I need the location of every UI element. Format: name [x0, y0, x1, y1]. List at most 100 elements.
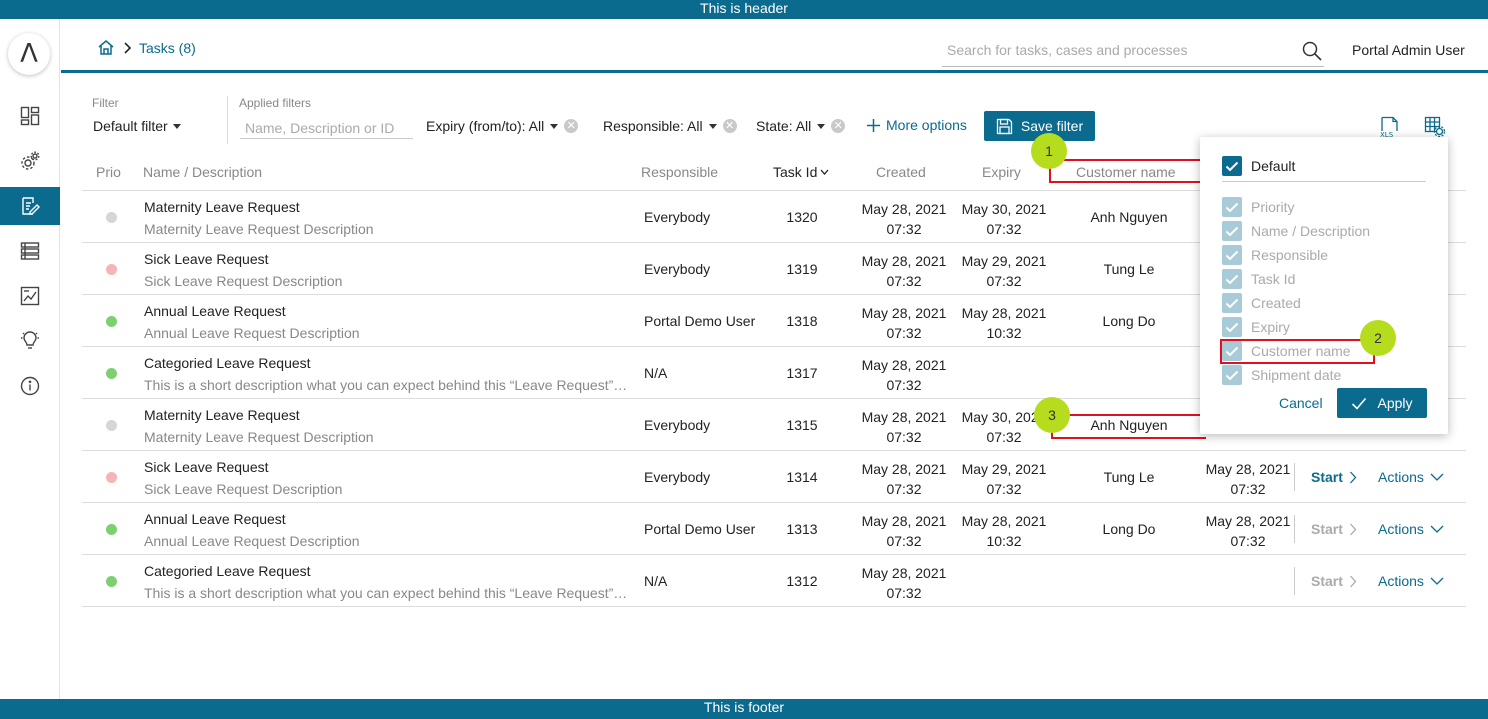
task-name[interactable]: Categoried Leave Request [144, 355, 311, 371]
actions-label: Actions [1378, 573, 1424, 589]
chevron-right-icon [1349, 575, 1357, 587]
task-responsible: Portal Demo User [644, 521, 756, 537]
task-description: Sick Leave Request Description [144, 481, 343, 497]
more-options-link[interactable]: More options [866, 117, 967, 133]
sidebar-item-cases[interactable] [0, 232, 60, 270]
task-description: This is a short description what you can… [144, 377, 628, 393]
task-description: Maternity Leave Request Description [144, 221, 374, 237]
remove-chip-icon[interactable]: ✕ [831, 119, 846, 133]
sidebar-item-statistics[interactable] [0, 277, 60, 315]
global-search [942, 35, 1324, 67]
filter-chip-responsible[interactable]: Responsible: All ✕ [603, 118, 737, 134]
column-settings-icon[interactable] [1424, 116, 1446, 138]
shipment-time: 07:32 [1230, 481, 1266, 497]
task-created: May 28, 2021 07:32 [856, 563, 952, 603]
task-name[interactable]: Maternity Leave Request [144, 407, 300, 423]
chip-label: Expiry (from/to): All [426, 118, 545, 134]
start-task-button[interactable]: Start [1294, 567, 1357, 595]
home-icon[interactable] [97, 39, 115, 56]
customer-name: Long Do [1102, 313, 1156, 329]
priority-dot [106, 576, 117, 587]
task-responsible: Everybody [644, 469, 711, 485]
actions-label: Actions [1378, 521, 1424, 537]
sidebar-item-ideas[interactable] [0, 322, 60, 360]
column-option[interactable]: Priority [1222, 197, 1295, 217]
start-label: Start [1311, 573, 1343, 589]
table-row[interactable]: Categoried Leave Request This is a short … [82, 555, 1466, 607]
task-name[interactable]: Annual Leave Request [144, 511, 286, 527]
task-name[interactable]: Categoried Leave Request [144, 563, 311, 579]
default-columns-checkbox[interactable]: Default [1222, 156, 1295, 176]
col-prio[interactable]: Prio [96, 164, 121, 180]
filter-dropdown[interactable]: Default filter [93, 118, 181, 134]
expiry-time: 07:32 [986, 221, 1022, 237]
search-input[interactable] [947, 42, 1287, 58]
caret-down-icon [172, 123, 181, 129]
task-name[interactable]: Annual Leave Request [144, 303, 286, 319]
start-task-button[interactable]: Start [1294, 463, 1357, 491]
apply-button[interactable]: Apply [1337, 388, 1427, 418]
column-option[interactable]: Name / Description [1222, 221, 1370, 241]
column-option-label: Priority [1251, 199, 1295, 215]
col-task-id-label: Task Id [773, 164, 818, 180]
col-responsible[interactable]: Responsible [641, 164, 718, 180]
task-id: 1320 [786, 209, 818, 225]
column-option[interactable]: Expiry [1222, 317, 1290, 337]
excel-export-icon[interactable]: XLS [1379, 116, 1401, 138]
search-icon[interactable] [1302, 41, 1322, 61]
keyword-filter-input[interactable] [240, 117, 413, 139]
task-name[interactable]: Maternity Leave Request [144, 199, 300, 215]
remove-chip-icon[interactable]: ✕ [722, 119, 737, 133]
task-shipment: May 28, 2021 07:32 [1200, 459, 1296, 499]
created-date: May 28, 2021 [861, 513, 947, 529]
applied-filters-label: Applied filters [239, 96, 312, 110]
sidebar-item-processes[interactable] [0, 142, 60, 180]
start-task-button[interactable]: Start [1294, 515, 1357, 543]
checkbox-checked-icon [1222, 317, 1242, 337]
created-time: 07:32 [886, 273, 922, 289]
column-option[interactable]: Task Id [1222, 269, 1295, 289]
task-expiry: May 28, 2021 10:32 [956, 511, 1052, 551]
highlight-customer-option [1220, 339, 1375, 364]
task-id: 1318 [786, 313, 818, 329]
remove-chip-icon[interactable]: ✕ [564, 119, 579, 133]
start-label: Start [1311, 469, 1343, 485]
cancel-button[interactable]: Cancel [1279, 395, 1323, 411]
column-option[interactable]: Responsible [1222, 245, 1328, 265]
col-task-id[interactable]: Task Id [773, 164, 829, 180]
table-row[interactable]: Sick Leave Request Sick Leave Request Des… [82, 451, 1466, 503]
filter-chip-state[interactable]: State: All ✕ [756, 118, 846, 134]
task-id: 1317 [786, 365, 818, 381]
sidebar-item-about[interactable] [0, 367, 60, 405]
expiry-time: 10:32 [986, 325, 1022, 341]
sidebar-item-tasks[interactable] [0, 187, 60, 225]
annotation-marker-2: 2 [1360, 320, 1396, 356]
created-date: May 28, 2021 [861, 357, 947, 373]
task-name[interactable]: Sick Leave Request [144, 251, 269, 267]
task-name[interactable]: Sick Leave Request [144, 459, 269, 475]
sidebar-item-dashboard[interactable] [0, 97, 60, 135]
actions-menu-button[interactable]: Actions [1378, 521, 1444, 537]
shipment-date: May 28, 2021 [1205, 513, 1291, 529]
column-option[interactable]: Shipment date [1222, 365, 1341, 385]
more-options-label: More options [886, 117, 967, 133]
col-expiry[interactable]: Expiry [982, 164, 1021, 180]
expiry-date: May 29, 2021 [961, 461, 1047, 477]
user-menu[interactable]: Portal Admin User [1352, 42, 1465, 58]
column-option[interactable]: Created [1222, 293, 1301, 313]
col-created[interactable]: Created [876, 164, 926, 180]
customer-name: Tung Le [1103, 469, 1155, 485]
table-row[interactable]: Annual Leave Request Annual Leave Request… [82, 503, 1466, 555]
col-name[interactable]: Name / Description [143, 164, 262, 180]
actions-menu-button[interactable]: Actions [1378, 573, 1444, 589]
column-option-label: Responsible [1251, 247, 1329, 263]
actions-menu-button[interactable]: Actions [1378, 469, 1444, 485]
created-time: 07:32 [886, 221, 922, 237]
task-id: 1314 [786, 469, 818, 485]
portal-logo[interactable]: Λ [8, 33, 50, 75]
expiry-date: May 29, 2021 [961, 253, 1047, 269]
breadcrumb-tasks[interactable]: Tasks (8) [139, 40, 196, 56]
caret-down-icon [708, 123, 717, 129]
filter-chip-expiry[interactable]: Expiry (from/to): All ✕ [426, 118, 579, 134]
task-created: May 28, 2021 07:32 [856, 303, 952, 343]
